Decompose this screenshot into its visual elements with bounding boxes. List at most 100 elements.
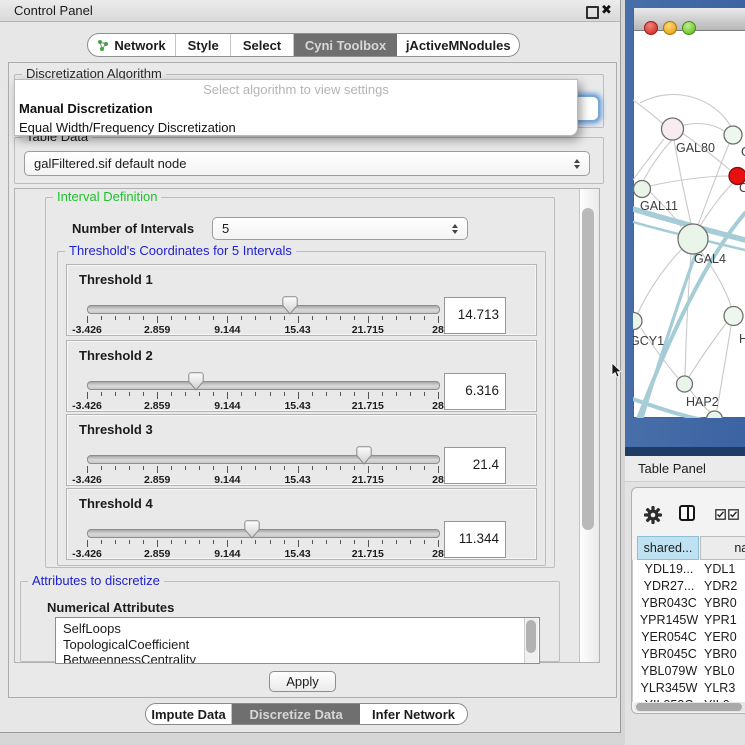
threshold-1-panel: Threshold 1 -3.4262.8599.14415.4321.7152… xyxy=(66,264,537,336)
threshold-4-panel: Threshold 4 -3.4262.8599.14415.4321.7152… xyxy=(66,488,537,560)
slider-tick xyxy=(255,540,256,544)
combo-stepper-icon xyxy=(452,224,458,234)
tab-impute-data[interactable]: Impute Data xyxy=(146,704,232,724)
slider-tick xyxy=(312,540,313,544)
threshold-3-slider-track[interactable] xyxy=(87,455,440,464)
tab-network[interactable]: Network xyxy=(88,34,176,56)
num-intervals-combobox[interactable]: 5 xyxy=(212,217,468,240)
threshold-3-value-field[interactable]: 21.4 xyxy=(444,447,506,484)
list-item[interactable]: SelfLoops xyxy=(56,618,539,637)
table-row[interactable]: YPR145WYPR1 xyxy=(633,612,745,629)
threshold-2-slider-thumb[interactable] xyxy=(188,372,204,391)
threshold-4-value-field[interactable]: 11.344 xyxy=(444,521,506,558)
node-right-mid[interactable] xyxy=(724,307,743,326)
axis-tick-label: -3.426 xyxy=(57,324,117,336)
slider-tick xyxy=(143,466,144,470)
slider-tick xyxy=(129,316,130,320)
tab-infer-network[interactable]: Infer Network xyxy=(360,704,467,724)
num-intervals-value: 5 xyxy=(222,218,229,239)
slider-tick xyxy=(199,392,200,396)
close-icon[interactable]: ✖ xyxy=(601,0,612,22)
thresholds-group-title: Threshold's Coordinates for 5 Intervals xyxy=(65,244,296,257)
slider-tick xyxy=(241,316,242,320)
slider-tick xyxy=(143,316,144,320)
threshold-4-slider-thumb[interactable] xyxy=(244,520,260,539)
slider-tick-labels: -3.4262.8599.14415.4321.71528 xyxy=(87,548,438,559)
axis-tick-label: 21.715 xyxy=(338,324,398,336)
tab-label: Discretize Data xyxy=(249,707,342,722)
slider-tick xyxy=(255,316,256,320)
slider-tick xyxy=(87,540,88,547)
slider-tick xyxy=(284,392,285,396)
table-data-combobox[interactable]: galFiltered.sif default node xyxy=(24,151,590,176)
window-title: Control Panel xyxy=(14,0,93,22)
node-gcy1[interactable] xyxy=(633,313,642,330)
threshold-3-slider-thumb[interactable] xyxy=(356,446,372,465)
slider-tick xyxy=(438,540,439,547)
slider-tick xyxy=(396,392,397,396)
node-top-right[interactable] xyxy=(724,126,742,144)
threshold-2-slider-track[interactable] xyxy=(87,381,440,390)
tab-cyni-toolbox[interactable]: Cyni Toolbox xyxy=(294,34,398,56)
threshold-4-label: Threshold 4 xyxy=(79,496,153,511)
slider-ticks xyxy=(87,392,438,400)
checkbox-checked-icon[interactable] xyxy=(715,509,726,520)
column-header-shared-name[interactable]: shared... xyxy=(637,536,699,560)
slider-tick xyxy=(326,540,327,544)
node-gal4[interactable] xyxy=(678,224,708,254)
slider-tick xyxy=(171,316,172,320)
column-header-name[interactable]: name xyxy=(700,536,745,560)
node-gal11[interactable] xyxy=(634,181,651,198)
gear-icon[interactable] xyxy=(644,506,662,524)
slider-tick xyxy=(424,466,425,470)
list-item[interactable]: BetweennessCentrality xyxy=(56,652,539,664)
axis-tick-label: 21.715 xyxy=(338,400,398,412)
threshold-1-slider-track[interactable] xyxy=(87,305,440,314)
slider-tick xyxy=(241,466,242,470)
column-view-icon[interactable] xyxy=(679,505,695,521)
slider-tick xyxy=(101,540,102,544)
threshold-1-slider-thumb[interactable] xyxy=(282,296,298,315)
table-row[interactable]: YER054CYER0 xyxy=(633,629,745,646)
tab-jactivemnodules[interactable]: jActiveMNodules xyxy=(397,34,519,56)
table-row[interactable]: YDL19...YDL1 xyxy=(633,561,745,578)
threshold-4-slider-track[interactable] xyxy=(87,529,440,538)
dropdown-option-equal-width[interactable]: Equal Width/Frequency Discretization xyxy=(15,118,577,137)
table-row[interactable]: YBL079WYBL0 xyxy=(633,663,745,680)
horizontal-scrollbar-thumb[interactable] xyxy=(636,703,742,711)
slider-tick xyxy=(312,466,313,470)
node-bottom[interactable] xyxy=(707,411,723,418)
tab-style[interactable]: Style xyxy=(176,34,231,56)
tab-select[interactable]: Select xyxy=(231,34,293,56)
vertical-scrollbar-thumb[interactable] xyxy=(582,208,594,530)
list-item[interactable]: TopologicalCoefficient xyxy=(56,637,539,653)
table-row[interactable]: YDR27...YDR2 xyxy=(633,578,745,595)
network-canvas[interactable]: GAL80 GAL11 GAL4 GCY1 HAP2 H G C xyxy=(633,31,745,418)
network-icon xyxy=(97,39,109,52)
slider-tick xyxy=(424,540,425,544)
threshold-1-value-field[interactable]: 14.713 xyxy=(444,297,506,334)
slider-tick xyxy=(270,392,271,396)
table-data-value: galFiltered.sif default node xyxy=(34,152,186,175)
slider-tick xyxy=(382,466,383,470)
list-scrollbar-thumb[interactable] xyxy=(526,620,536,653)
combo-stepper-icon xyxy=(574,159,580,169)
slider-tick xyxy=(255,466,256,470)
node-label-g-cut: G xyxy=(741,145,745,159)
mouse-cursor xyxy=(611,362,623,378)
checkbox-checked-icon[interactable] xyxy=(728,509,739,520)
dropdown-option-manual[interactable]: Manual Discretization xyxy=(15,99,577,118)
tab-discretize-data[interactable]: Discretize Data xyxy=(232,704,360,724)
float-window-icon[interactable] xyxy=(586,6,599,19)
network-window-titlebar[interactable] xyxy=(633,8,745,31)
slider-tick xyxy=(143,540,144,544)
axis-tick-label: -3.426 xyxy=(57,474,117,486)
slider-tick xyxy=(227,466,228,473)
table-row[interactable]: YLR345WYLR3 xyxy=(633,680,745,697)
table-row[interactable]: YBR043CYBR0 xyxy=(633,595,745,612)
node-gal80[interactable] xyxy=(662,118,684,140)
threshold-2-value-field[interactable]: 6.316 xyxy=(444,373,506,410)
node-hap2[interactable] xyxy=(677,376,693,392)
apply-button[interactable]: Apply xyxy=(269,671,336,692)
table-row[interactable]: YBR045CYBR0 xyxy=(633,646,745,663)
